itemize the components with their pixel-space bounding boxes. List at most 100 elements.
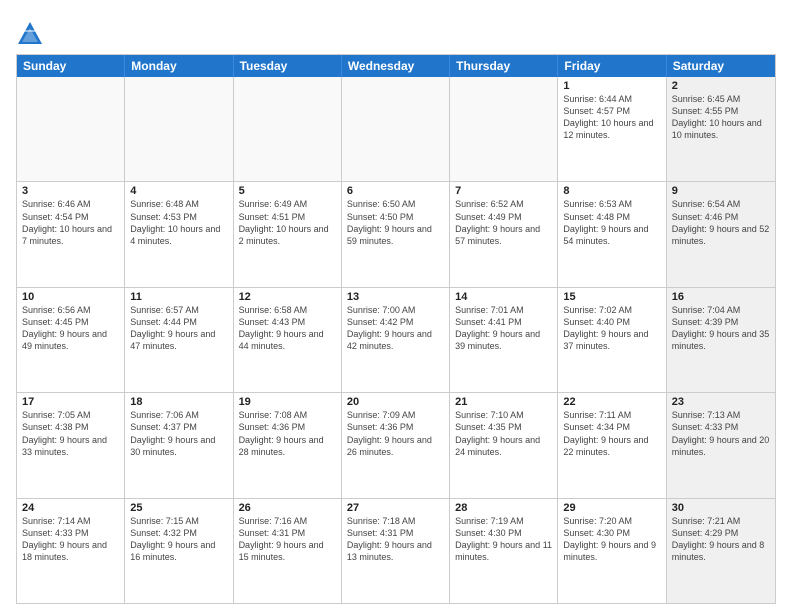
day-detail: Sunrise: 6:53 AM Sunset: 4:48 PM Dayligh… [563, 198, 660, 247]
calendar-cell: 30Sunrise: 7:21 AM Sunset: 4:29 PM Dayli… [667, 499, 775, 603]
day-number: 14 [455, 291, 552, 303]
day-number: 15 [563, 291, 660, 303]
day-number: 5 [239, 185, 336, 197]
page: SundayMondayTuesdayWednesdayThursdayFrid… [0, 0, 792, 612]
calendar-cell: 18Sunrise: 7:06 AM Sunset: 4:37 PM Dayli… [125, 393, 233, 497]
calendar-cell: 26Sunrise: 7:16 AM Sunset: 4:31 PM Dayli… [234, 499, 342, 603]
calendar-cell: 4Sunrise: 6:48 AM Sunset: 4:53 PM Daylig… [125, 182, 233, 286]
day-number: 2 [672, 80, 770, 92]
calendar-week-4: 17Sunrise: 7:05 AM Sunset: 4:38 PM Dayli… [17, 392, 775, 497]
day-detail: Sunrise: 7:05 AM Sunset: 4:38 PM Dayligh… [22, 409, 119, 458]
day-number: 1 [563, 80, 660, 92]
calendar-cell: 12Sunrise: 6:58 AM Sunset: 4:43 PM Dayli… [234, 288, 342, 392]
day-number: 4 [130, 185, 227, 197]
day-detail: Sunrise: 7:19 AM Sunset: 4:30 PM Dayligh… [455, 515, 552, 564]
calendar-week-2: 3Sunrise: 6:46 AM Sunset: 4:54 PM Daylig… [17, 181, 775, 286]
day-detail: Sunrise: 7:08 AM Sunset: 4:36 PM Dayligh… [239, 409, 336, 458]
calendar-cell [125, 77, 233, 181]
calendar-cell: 14Sunrise: 7:01 AM Sunset: 4:41 PM Dayli… [450, 288, 558, 392]
day-number: 23 [672, 396, 770, 408]
calendar-cell [17, 77, 125, 181]
day-number: 18 [130, 396, 227, 408]
day-number: 9 [672, 185, 770, 197]
day-detail: Sunrise: 6:57 AM Sunset: 4:44 PM Dayligh… [130, 304, 227, 353]
calendar-cell: 2Sunrise: 6:45 AM Sunset: 4:55 PM Daylig… [667, 77, 775, 181]
day-detail: Sunrise: 7:15 AM Sunset: 4:32 PM Dayligh… [130, 515, 227, 564]
day-number: 7 [455, 185, 552, 197]
day-detail: Sunrise: 6:46 AM Sunset: 4:54 PM Dayligh… [22, 198, 119, 247]
calendar-cell: 1Sunrise: 6:44 AM Sunset: 4:57 PM Daylig… [558, 77, 666, 181]
day-number: 28 [455, 502, 552, 514]
day-number: 8 [563, 185, 660, 197]
calendar-cell [450, 77, 558, 181]
day-number: 25 [130, 502, 227, 514]
day-detail: Sunrise: 7:01 AM Sunset: 4:41 PM Dayligh… [455, 304, 552, 353]
day-number: 19 [239, 396, 336, 408]
calendar-cell: 3Sunrise: 6:46 AM Sunset: 4:54 PM Daylig… [17, 182, 125, 286]
header-day-wednesday: Wednesday [342, 55, 450, 77]
calendar: SundayMondayTuesdayWednesdayThursdayFrid… [16, 54, 776, 604]
day-number: 11 [130, 291, 227, 303]
day-detail: Sunrise: 7:06 AM Sunset: 4:37 PM Dayligh… [130, 409, 227, 458]
calendar-cell: 24Sunrise: 7:14 AM Sunset: 4:33 PM Dayli… [17, 499, 125, 603]
day-detail: Sunrise: 6:58 AM Sunset: 4:43 PM Dayligh… [239, 304, 336, 353]
day-detail: Sunrise: 7:16 AM Sunset: 4:31 PM Dayligh… [239, 515, 336, 564]
calendar-week-5: 24Sunrise: 7:14 AM Sunset: 4:33 PM Dayli… [17, 498, 775, 603]
calendar-cell: 17Sunrise: 7:05 AM Sunset: 4:38 PM Dayli… [17, 393, 125, 497]
day-number: 22 [563, 396, 660, 408]
day-detail: Sunrise: 6:56 AM Sunset: 4:45 PM Dayligh… [22, 304, 119, 353]
day-number: 17 [22, 396, 119, 408]
day-detail: Sunrise: 7:14 AM Sunset: 4:33 PM Dayligh… [22, 515, 119, 564]
calendar-week-1: 1Sunrise: 6:44 AM Sunset: 4:57 PM Daylig… [17, 77, 775, 181]
header [16, 16, 776, 48]
day-detail: Sunrise: 7:02 AM Sunset: 4:40 PM Dayligh… [563, 304, 660, 353]
day-number: 24 [22, 502, 119, 514]
calendar-cell: 25Sunrise: 7:15 AM Sunset: 4:32 PM Dayli… [125, 499, 233, 603]
day-detail: Sunrise: 6:49 AM Sunset: 4:51 PM Dayligh… [239, 198, 336, 247]
day-number: 13 [347, 291, 444, 303]
header-day-sunday: Sunday [17, 55, 125, 77]
calendar-cell: 13Sunrise: 7:00 AM Sunset: 4:42 PM Dayli… [342, 288, 450, 392]
day-detail: Sunrise: 6:52 AM Sunset: 4:49 PM Dayligh… [455, 198, 552, 247]
calendar-cell: 9Sunrise: 6:54 AM Sunset: 4:46 PM Daylig… [667, 182, 775, 286]
calendar-cell: 8Sunrise: 6:53 AM Sunset: 4:48 PM Daylig… [558, 182, 666, 286]
day-number: 10 [22, 291, 119, 303]
calendar-cell: 29Sunrise: 7:20 AM Sunset: 4:30 PM Dayli… [558, 499, 666, 603]
header-day-tuesday: Tuesday [234, 55, 342, 77]
day-detail: Sunrise: 6:50 AM Sunset: 4:50 PM Dayligh… [347, 198, 444, 247]
day-detail: Sunrise: 6:54 AM Sunset: 4:46 PM Dayligh… [672, 198, 770, 247]
day-number: 20 [347, 396, 444, 408]
calendar-cell: 19Sunrise: 7:08 AM Sunset: 4:36 PM Dayli… [234, 393, 342, 497]
day-number: 6 [347, 185, 444, 197]
day-number: 30 [672, 502, 770, 514]
day-detail: Sunrise: 7:04 AM Sunset: 4:39 PM Dayligh… [672, 304, 770, 353]
header-day-friday: Friday [558, 55, 666, 77]
day-number: 27 [347, 502, 444, 514]
day-detail: Sunrise: 6:44 AM Sunset: 4:57 PM Dayligh… [563, 93, 660, 142]
day-detail: Sunrise: 6:48 AM Sunset: 4:53 PM Dayligh… [130, 198, 227, 247]
day-detail: Sunrise: 7:18 AM Sunset: 4:31 PM Dayligh… [347, 515, 444, 564]
calendar-cell: 21Sunrise: 7:10 AM Sunset: 4:35 PM Dayli… [450, 393, 558, 497]
day-number: 12 [239, 291, 336, 303]
calendar-cell: 16Sunrise: 7:04 AM Sunset: 4:39 PM Dayli… [667, 288, 775, 392]
day-number: 29 [563, 502, 660, 514]
day-detail: Sunrise: 7:10 AM Sunset: 4:35 PM Dayligh… [455, 409, 552, 458]
logo [16, 20, 48, 48]
day-number: 3 [22, 185, 119, 197]
calendar-cell: 22Sunrise: 7:11 AM Sunset: 4:34 PM Dayli… [558, 393, 666, 497]
calendar-header-row: SundayMondayTuesdayWednesdayThursdayFrid… [17, 55, 775, 77]
day-detail: Sunrise: 7:11 AM Sunset: 4:34 PM Dayligh… [563, 409, 660, 458]
calendar-body: 1Sunrise: 6:44 AM Sunset: 4:57 PM Daylig… [17, 77, 775, 603]
day-detail: Sunrise: 7:21 AM Sunset: 4:29 PM Dayligh… [672, 515, 770, 564]
calendar-cell: 23Sunrise: 7:13 AM Sunset: 4:33 PM Dayli… [667, 393, 775, 497]
day-detail: Sunrise: 7:13 AM Sunset: 4:33 PM Dayligh… [672, 409, 770, 458]
calendar-cell: 27Sunrise: 7:18 AM Sunset: 4:31 PM Dayli… [342, 499, 450, 603]
calendar-cell: 11Sunrise: 6:57 AM Sunset: 4:44 PM Dayli… [125, 288, 233, 392]
day-detail: Sunrise: 7:09 AM Sunset: 4:36 PM Dayligh… [347, 409, 444, 458]
day-number: 21 [455, 396, 552, 408]
header-day-saturday: Saturday [667, 55, 775, 77]
calendar-cell: 5Sunrise: 6:49 AM Sunset: 4:51 PM Daylig… [234, 182, 342, 286]
header-day-monday: Monday [125, 55, 233, 77]
header-day-thursday: Thursday [450, 55, 558, 77]
calendar-cell: 6Sunrise: 6:50 AM Sunset: 4:50 PM Daylig… [342, 182, 450, 286]
